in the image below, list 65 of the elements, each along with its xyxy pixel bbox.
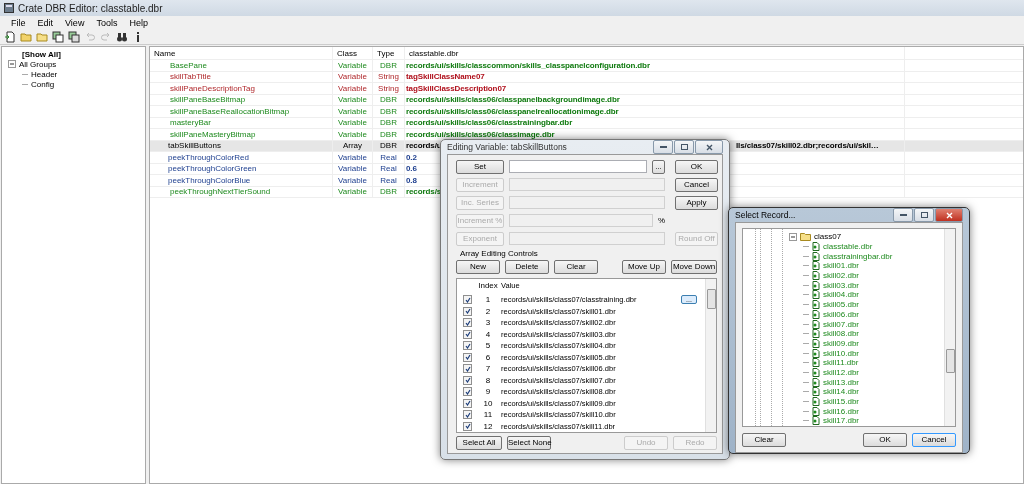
index-cell-text: 12 [482, 421, 494, 431]
table-cell: DBR [373, 117, 405, 128]
dialog-title: Select Record... [735, 210, 797, 220]
table-cell: lls/class07/skill02.dbr;records/ui/skil… [736, 141, 879, 151]
table-cell: skillPaneBaseReallocationBitmap [150, 106, 333, 117]
index-cell-text: 2 [484, 306, 492, 316]
table-cell: 0.6 [406, 164, 417, 174]
index-cell-text: 9 [484, 387, 492, 397]
index-cell-text: 10 [482, 398, 494, 408]
table-cell: records/ui/skills/class06/classimage.dbr [406, 129, 555, 139]
table-cell: records/ui/skills/class06/classpanelreallocationimage.dbr [406, 106, 619, 116]
table-cell: String [373, 83, 405, 94]
table-cell: Variable [333, 117, 373, 128]
table-cell: DBR [373, 106, 405, 117]
table-cell: DBR [373, 94, 405, 105]
table-cell: Variable [333, 152, 373, 163]
table-cell: peekThroughColorBlue [150, 175, 333, 186]
index-cell-text: 8 [484, 375, 492, 385]
table-cell: skillPaneBaseBitmap [150, 94, 333, 105]
table-cell: Variable [333, 129, 373, 140]
table-cell: skillPaneMasteryBitmap [150, 129, 333, 140]
dialog-title: Editing Variable: tabSkillButtons [447, 142, 568, 152]
table-cell: Real [373, 175, 405, 186]
index-cell-text: 11 [482, 410, 494, 420]
table-cell: Variable [333, 175, 373, 186]
table-cell: Variable [333, 71, 373, 82]
table-cell: Variable [333, 106, 373, 117]
table-cell: Real [373, 163, 405, 174]
table-cell: peekThroughColorRed [150, 152, 333, 163]
table-cell: DBR [373, 140, 405, 151]
table-cell: masteryBar [150, 117, 333, 128]
table-cell: peekThroughColorGreen [150, 163, 333, 174]
table-cell: Real [373, 152, 405, 163]
section-label: Array Editing Controls [460, 249, 539, 258]
table-cell: records/s [406, 187, 442, 197]
table-cell: skillTabTitle [150, 71, 333, 82]
table-cell: String [373, 71, 405, 82]
index-cell-text: 4 [484, 329, 492, 339]
table-cell: Array [333, 140, 373, 151]
table-cell: skillPaneDescriptionTag [150, 83, 333, 94]
table-cell: Variable [333, 186, 373, 197]
table-cell: peekThroughNextTierSound [150, 186, 333, 197]
index-cell-text: 1 [484, 295, 492, 305]
table-cell: Variable [333, 163, 373, 174]
table-cell: tagSkillClassDescription07 [406, 83, 507, 93]
table-cell: Variable [333, 60, 373, 71]
index-cell-text: 5 [484, 341, 492, 351]
table-cell: Variable [333, 94, 373, 105]
table-cell: DBR [373, 60, 405, 71]
window-title: Crate DBR Editor: classtable.dbr [18, 2, 163, 14]
table-cell: records/ui/skills/class06/classtrainingbar.dbr [406, 118, 573, 128]
table-cell: records/ui/skills/class06/classpanelbackgroundimage.dbr [406, 95, 620, 105]
table-cell: DBR [373, 186, 405, 197]
table-cell: BasePane [150, 60, 333, 71]
table-cell: DBR [373, 129, 405, 140]
table-cell: tabSkillButtons [150, 140, 333, 151]
index-cell-text: 7 [484, 364, 492, 374]
table-cell: tagSkillClassName07 [406, 72, 485, 82]
table-cell: 0.2 [406, 152, 417, 162]
unit-label: % [658, 216, 666, 225]
table-cell: records/ui/skills/classcommon/skills_classpanelconfiguration.dbr [406, 60, 650, 70]
table-cell: 0.8 [406, 175, 417, 185]
index-cell-text: 6 [484, 352, 492, 362]
table-cell: Variable [333, 83, 373, 94]
index-cell-text: 3 [484, 318, 492, 328]
